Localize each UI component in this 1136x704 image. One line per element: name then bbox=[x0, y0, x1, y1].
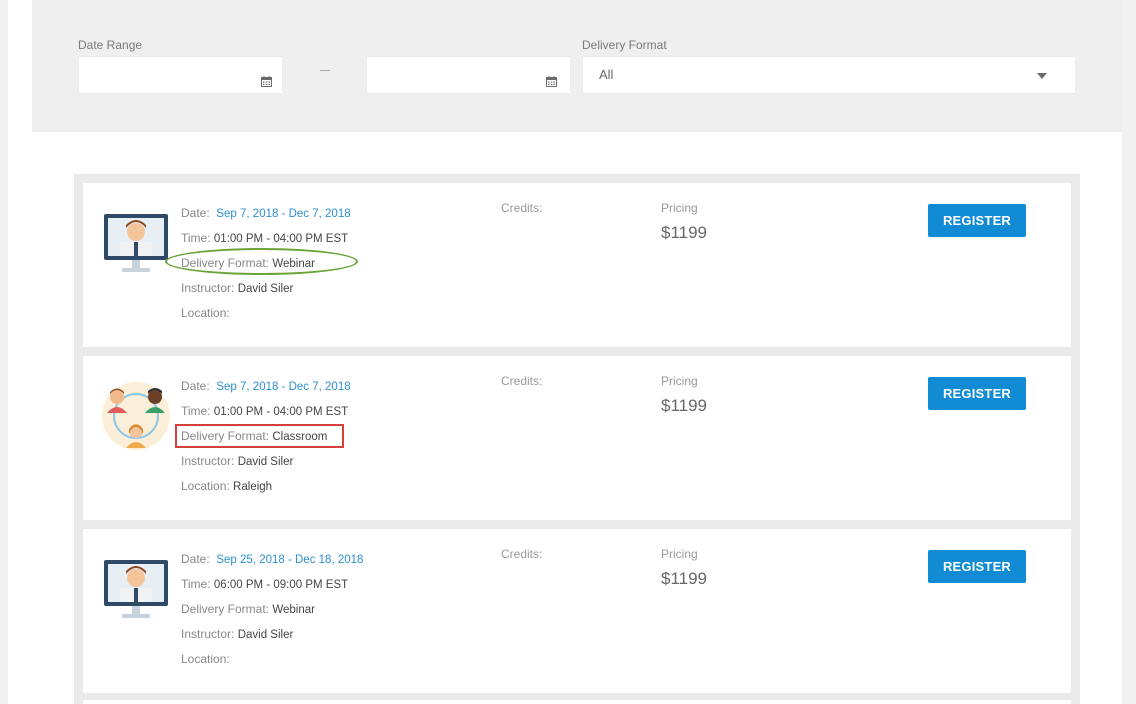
pricing-label: Pricing bbox=[661, 547, 698, 561]
credits-label: Credits: bbox=[501, 547, 543, 561]
location-line: Location: bbox=[181, 651, 363, 676]
date-value: Sep 25, 2018 - Dec 18, 2018 bbox=[216, 554, 364, 566]
credits-label: Credits: bbox=[501, 201, 543, 215]
location-line: Location: bbox=[181, 305, 351, 330]
credits-label: Credits: bbox=[501, 374, 543, 388]
format-line: Delivery Format: Webinar bbox=[181, 601, 363, 626]
delivery-format-label: Delivery Format bbox=[582, 38, 667, 52]
instructor-line: Instructor: David Siler bbox=[181, 280, 351, 305]
webinar-instructor-icon bbox=[104, 560, 168, 618]
time-label: Time: bbox=[181, 577, 211, 591]
instructor-line: Instructor: David Siler bbox=[181, 453, 351, 478]
time-value: 01:00 PM - 04:00 PM EST bbox=[213, 233, 349, 245]
delivery-format-select[interactable]: All bbox=[582, 56, 1076, 94]
format-label: Delivery Format: bbox=[181, 602, 270, 616]
date-value: Sep 7, 2018 - Dec 7, 2018 bbox=[216, 208, 351, 220]
pricing-label: Pricing bbox=[661, 374, 698, 388]
time-line: Time: 06:00 PM - 09:00 PM EST bbox=[181, 576, 363, 601]
page-right-gutter bbox=[1122, 0, 1136, 704]
course-card-partial bbox=[83, 700, 1071, 704]
format-value: Webinar bbox=[272, 604, 315, 616]
classroom-highlight-box bbox=[175, 424, 344, 448]
date-line: Date: Sep 7, 2018 - Dec 7, 2018 bbox=[181, 378, 351, 403]
date-range-separator bbox=[320, 70, 330, 71]
instructor-value: David Siler bbox=[237, 629, 294, 641]
location-line: Location: Raleigh bbox=[181, 478, 351, 503]
delivery-format-value: All bbox=[599, 67, 614, 82]
location-label: Location: bbox=[181, 306, 230, 320]
location-label: Location: bbox=[181, 652, 230, 666]
instructor-label: Instructor: bbox=[181, 454, 235, 468]
instructor-line: Instructor: David Siler bbox=[181, 626, 363, 651]
register-button[interactable]: REGISTER bbox=[928, 204, 1026, 237]
page-left-gutter bbox=[0, 0, 8, 704]
price-value: $1199 bbox=[661, 396, 708, 415]
start-date-field[interactable] bbox=[78, 56, 283, 94]
price-value: $1199 bbox=[661, 223, 708, 242]
instructor-label: Instructor: bbox=[181, 627, 235, 641]
filter-panel: Date Range Delivery Format All bbox=[32, 0, 1122, 132]
classroom-group-icon bbox=[102, 382, 170, 450]
time-value: 06:00 PM - 09:00 PM EST bbox=[213, 579, 349, 591]
date-range-label: Date Range bbox=[78, 38, 143, 52]
time-label: Time: bbox=[181, 231, 211, 245]
date-value: Sep 7, 2018 - Dec 7, 2018 bbox=[216, 381, 351, 393]
register-button[interactable]: REGISTER bbox=[928, 377, 1026, 410]
time-value: 01:00 PM - 04:00 PM EST bbox=[213, 406, 349, 418]
location-label: Location: bbox=[181, 479, 230, 493]
instructor-value: David Siler bbox=[237, 283, 294, 295]
chevron-down-icon[interactable] bbox=[1037, 73, 1047, 79]
date-label: Date: bbox=[181, 206, 210, 220]
pricing-label: Pricing bbox=[661, 201, 698, 215]
date-line: Date: Sep 25, 2018 - Dec 18, 2018 bbox=[181, 551, 363, 576]
calendar-icon[interactable] bbox=[261, 76, 272, 87]
time-label: Time: bbox=[181, 404, 211, 418]
webinar-highlight-ellipse bbox=[165, 248, 358, 275]
webinar-instructor-icon bbox=[104, 214, 168, 272]
course-card: Date: Sep 25, 2018 - Dec 18, 2018 Time: … bbox=[83, 529, 1071, 693]
calendar-icon[interactable] bbox=[546, 76, 557, 87]
end-date-field[interactable] bbox=[366, 56, 571, 94]
date-label: Date: bbox=[181, 379, 210, 393]
date-line: Date: Sep 7, 2018 - Dec 7, 2018 bbox=[181, 205, 351, 230]
price-value: $1199 bbox=[661, 569, 708, 588]
location-value: Raleigh bbox=[233, 481, 273, 493]
register-button[interactable]: REGISTER bbox=[928, 550, 1026, 583]
instructor-value: David Siler bbox=[237, 456, 294, 468]
course-details: Date: Sep 25, 2018 - Dec 18, 2018 Time: … bbox=[181, 551, 363, 676]
instructor-label: Instructor: bbox=[181, 281, 235, 295]
date-label: Date: bbox=[181, 552, 210, 566]
